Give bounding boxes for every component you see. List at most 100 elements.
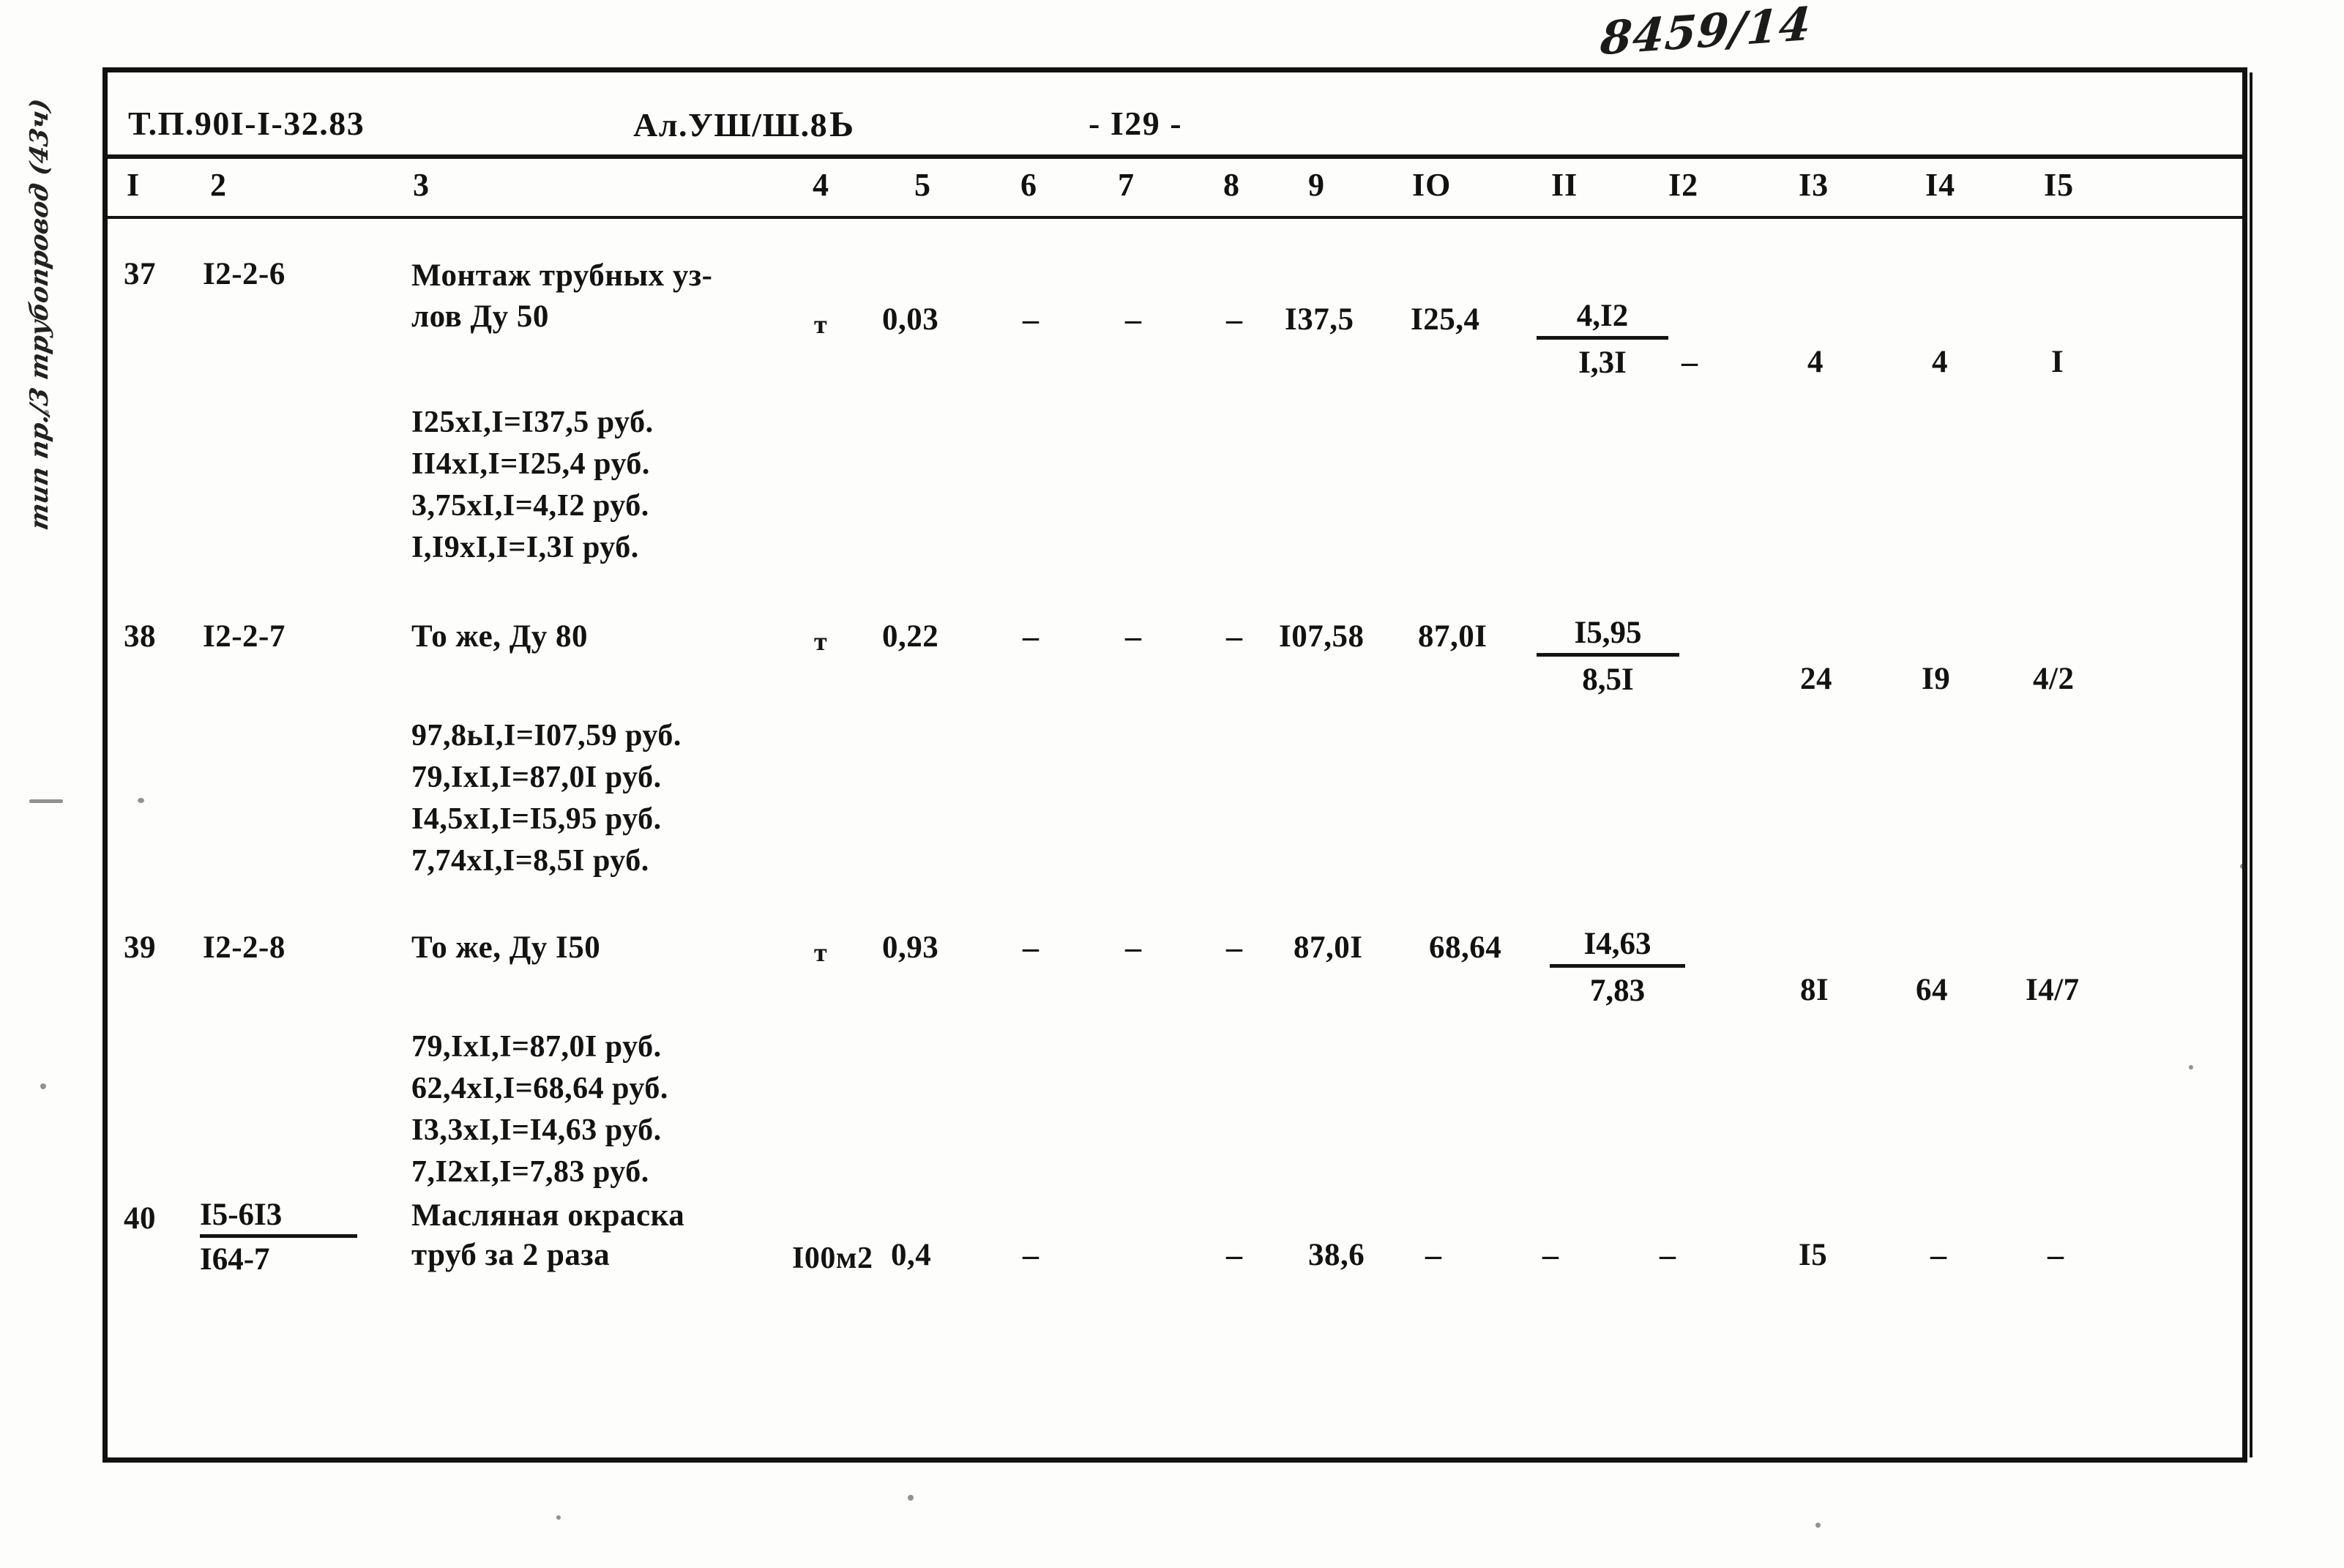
row-col12: – <box>1682 344 1698 380</box>
row-subline: 62,4xI,I=68,64 руб. <box>411 1072 668 1105</box>
row-subline: 7,74xI,I=8,5I руб. <box>411 844 649 878</box>
row-col8: – <box>1226 930 1243 966</box>
row-col15: 4/2 <box>2033 662 2075 696</box>
row-code: I2-2-8 <box>203 930 285 965</box>
row-col10: 68,64 <box>1429 930 1502 965</box>
row-quantity: 0,03 <box>882 302 939 337</box>
column-number-8: 8 <box>1223 167 1240 203</box>
row-col11-denominator: 8,5I <box>1582 662 1634 697</box>
row-subline: 7,I2xI,I=7,83 руб. <box>411 1155 649 1189</box>
row-col8: – <box>1226 302 1243 337</box>
column-number-2: 2 <box>210 167 227 203</box>
column-number-15: I5 <box>2044 167 2075 203</box>
scan-speck <box>556 1515 561 1520</box>
column-number-5: 5 <box>914 167 931 203</box>
row-col11-denominator: 7,83 <box>1589 974 1646 1008</box>
scan-speck <box>40 1083 46 1089</box>
row-subline: I25xI,I=I37,5 руб. <box>411 406 654 439</box>
scan-speck <box>29 799 63 803</box>
row-quantity: 0,22 <box>882 619 939 654</box>
column-number-4: 4 <box>813 167 829 203</box>
row-col9: 87,0I <box>1294 930 1363 965</box>
margin-handwritten-note: тип пр./3 трубопровод (43ч) <box>20 44 64 571</box>
row-unit: I00м2 <box>792 1242 873 1275</box>
row-unit: т <box>814 938 828 967</box>
row-number: 38 <box>124 619 156 654</box>
row-col11-fraction: 4,I2 I,3I <box>1537 298 1668 384</box>
row-description-line2: труб за 2 раза <box>411 1238 611 1272</box>
row-col6: – <box>1023 1237 1040 1273</box>
row-col6: – <box>1023 619 1040 654</box>
row-col14: I9 <box>1922 662 1951 696</box>
row-col7: – <box>1125 619 1142 654</box>
row-subline: I3,3xI,I=I4,63 руб. <box>411 1113 662 1147</box>
row-col7: – <box>1125 930 1142 966</box>
row-col14: 64 <box>1916 973 1948 1007</box>
row-code-bottom: I64-7 <box>200 1242 270 1277</box>
row-col13: 24 <box>1800 662 1832 696</box>
column-number-11: II <box>1551 167 1578 203</box>
row-col6: – <box>1023 930 1040 966</box>
row-code-top: I5-6I3 <box>200 1197 357 1238</box>
column-number-1: I <box>127 167 141 203</box>
margin-note-text: тип пр./3 трубопровод (43ч) <box>25 96 54 533</box>
row-col9: 38,6 <box>1308 1238 1365 1272</box>
row-subline: 3,75xI,I=4,I2 руб. <box>411 489 649 523</box>
column-number-12: I2 <box>1668 167 1699 203</box>
row-col11-numerator: I5,95 <box>1537 615 1679 657</box>
row-col12: – <box>1660 1237 1676 1273</box>
row-col15: I <box>2051 345 2064 379</box>
row-subline: 79,IxI,I=87,0I руб. <box>411 1030 662 1064</box>
row-col11-denominator: I,3I <box>1578 346 1627 380</box>
row-col14: – <box>1930 1237 1947 1273</box>
row-col14: 4 <box>1932 345 1948 379</box>
row-number: 40 <box>124 1201 156 1236</box>
row-code: I2-2-6 <box>203 257 285 291</box>
album-text: Ал.УШ/Ш.8 <box>633 106 829 143</box>
row-code-pair: I5-6I3 I64-7 <box>200 1197 357 1280</box>
column-number-14: I4 <box>1925 167 1956 203</box>
row-col11-numerator: 4,I2 <box>1537 298 1668 340</box>
row-col15: – <box>2048 1237 2064 1273</box>
document-header: Т.П.90I-I-32.83 Ал.УШ/Ш.8Ь - I29 - <box>108 72 2242 154</box>
row-unit: т <box>814 627 828 656</box>
row-quantity: 0,93 <box>882 930 939 965</box>
column-number-row: I 2 3 4 5 6 7 8 9 IO II I2 I3 I4 I5 <box>108 159 2242 214</box>
column-number-6: 6 <box>1020 167 1037 203</box>
row-col11-numerator: I4,63 <box>1550 926 1685 968</box>
row-description-line1: То же, Ду 80 <box>411 619 589 654</box>
row-unit: т <box>814 310 828 339</box>
row-code: I2-2-7 <box>203 619 285 654</box>
column-number-3: 3 <box>413 167 430 203</box>
row-col9: I37,5 <box>1285 302 1354 337</box>
row-subline: I4,5xI,I=I5,95 руб. <box>411 802 662 836</box>
row-col11-fraction: I5,95 8,5I <box>1537 615 1679 701</box>
scanned-page: 8459/14 тип пр./3 трубопровод (43ч) Т.П.… <box>0 0 2344 1568</box>
row-subline: 79,IxI,I=87,0I руб. <box>411 761 662 794</box>
row-subline: I,I9xI,I=I,3I руб. <box>411 531 639 564</box>
column-number-13: I3 <box>1799 167 1829 203</box>
row-number: 37 <box>124 257 156 291</box>
row-col13: I5 <box>1799 1238 1828 1272</box>
row-col7: – <box>1125 302 1142 337</box>
row-col10: 87,0I <box>1418 619 1488 654</box>
row-description-line1: Масляная окраска <box>411 1198 685 1233</box>
row-col10: – <box>1425 1237 1442 1273</box>
row-description-line2: лов Ду 50 <box>411 299 549 334</box>
row-col11-fraction: I4,63 7,83 <box>1550 926 1685 1012</box>
row-col8: – <box>1226 1237 1243 1273</box>
row-col9: I07,58 <box>1279 619 1365 654</box>
row-description-line1: Монтаж трубных уз- <box>411 258 713 293</box>
row-col13: 4 <box>1807 345 1824 379</box>
album-stamp-digit: Ь <box>829 103 855 144</box>
table-body: 37 I2-2-6 Монтаж трубных уз- лов Ду 50 т… <box>108 219 2242 1457</box>
row-col11: – <box>1542 1237 1559 1273</box>
column-number-9: 9 <box>1308 167 1325 203</box>
scan-speck <box>1815 1523 1821 1528</box>
page-number: - I29 - <box>1089 105 1183 142</box>
row-col15: I4/7 <box>2026 973 2080 1007</box>
row-quantity: 0,4 <box>891 1238 932 1272</box>
row-subline: 97,8ьI,I=I07,59 руб. <box>411 719 682 753</box>
row-number: 39 <box>124 930 156 965</box>
table-frame: Т.П.90I-I-32.83 Ал.УШ/Ш.8Ь - I29 - I 2 3… <box>102 67 2252 1463</box>
